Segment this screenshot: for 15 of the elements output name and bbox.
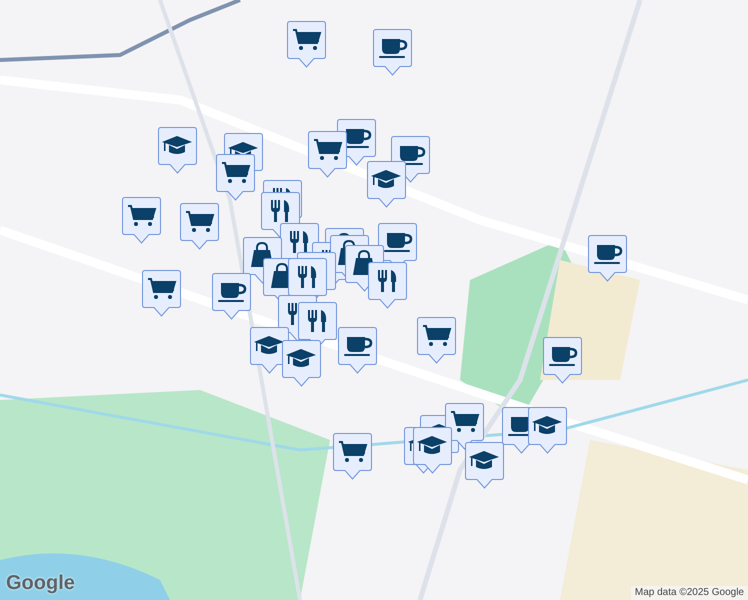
- cup-marker-icon[interactable]: [588, 235, 627, 282]
- cart-marker-icon[interactable]: [180, 203, 219, 250]
- marker-cluster-drawing[interactable]: [404, 403, 567, 489]
- cup-marker-icon[interactable]: [543, 337, 582, 384]
- marker-cluster-drawing[interactable]: [308, 119, 430, 208]
- map-attribution: Map data ©2025 Google: [630, 586, 748, 600]
- marker-cluster-drawing[interactable]: [212, 180, 417, 387]
- cart-marker-icon[interactable]: [417, 317, 456, 364]
- graduation-cap-marker-icon[interactable]: [158, 127, 197, 174]
- marker-cluster-drawing[interactable]: [216, 133, 263, 201]
- cart-marker-icon[interactable]: [333, 433, 372, 480]
- cart-marker-icon[interactable]: [142, 270, 181, 317]
- cart-marker-icon[interactable]: [122, 197, 161, 244]
- cup-marker-icon[interactable]: [373, 29, 412, 76]
- cart-marker-icon[interactable]: [287, 21, 326, 68]
